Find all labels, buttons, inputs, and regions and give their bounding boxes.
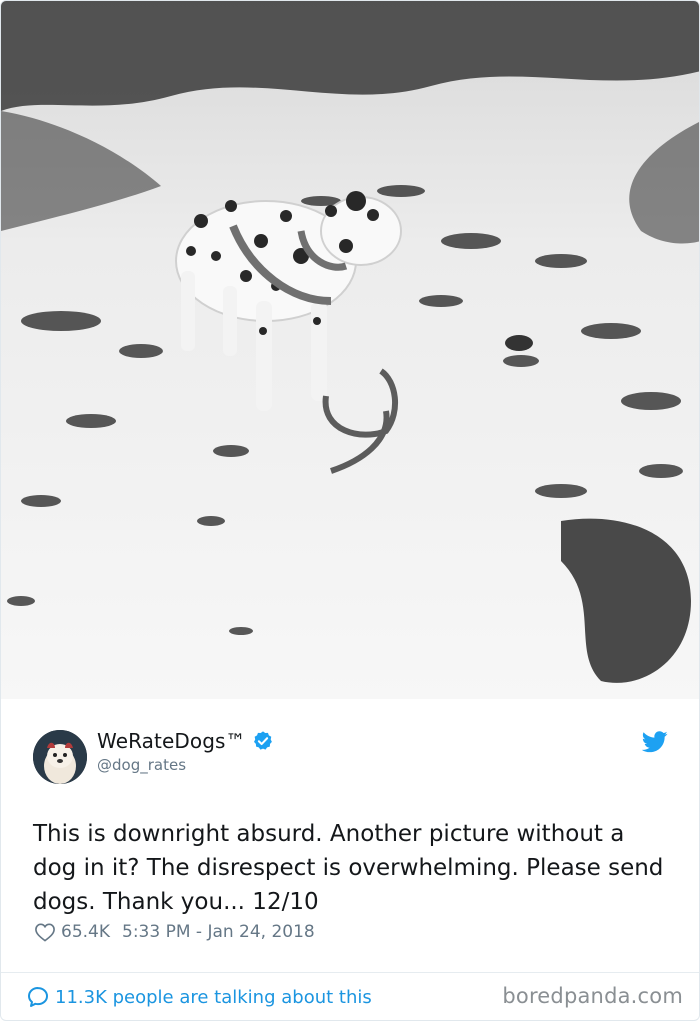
tweet-card: WeRateDogs™ @dog_rates This is downright…: [0, 0, 700, 1021]
conversation-count: 11.3K people are talking about this: [55, 986, 372, 1008]
tweet-timestamp[interactable]: 5:33 PM - Jan 24, 2018: [122, 922, 315, 942]
heart-icon[interactable]: [34, 922, 56, 942]
divider: [1, 972, 699, 973]
tweet-photo[interactable]: [1, 1, 699, 699]
dalmatian-in-snow-image: [1, 1, 699, 699]
verified-badge-icon: [252, 730, 274, 752]
tweet-meta: 65.4K 5:33 PM - Jan 24, 2018: [34, 922, 315, 942]
dog-avatar-icon: [33, 730, 87, 784]
watermark: boredpanda.com: [502, 984, 683, 1008]
conversation-link[interactable]: 11.3K people are talking about this: [26, 985, 372, 1009]
speech-bubble-icon: [26, 985, 50, 1009]
author-handle[interactable]: @dog_rates: [97, 756, 186, 774]
display-name[interactable]: WeRateDogs™: [97, 729, 246, 753]
author-name-row: WeRateDogs™: [97, 729, 274, 753]
avatar[interactable]: [33, 730, 87, 784]
like-count[interactable]: 65.4K: [61, 922, 110, 942]
tweet-text: This is downright absurd. Another pictur…: [33, 821, 664, 915]
twitter-bird-icon[interactable]: [642, 731, 668, 753]
